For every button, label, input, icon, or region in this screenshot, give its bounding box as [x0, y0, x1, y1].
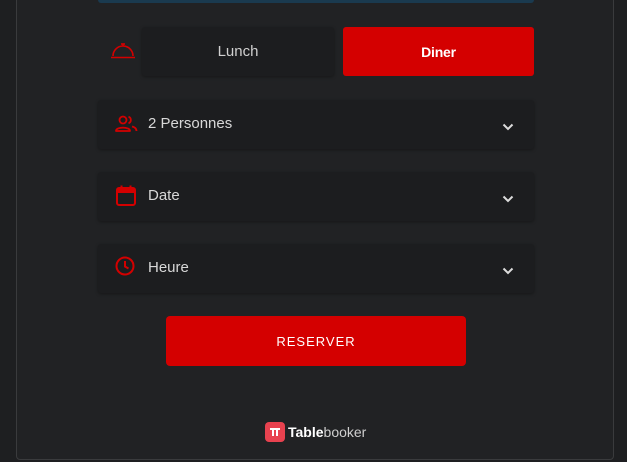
reserve-button[interactable]: RESERVER: [166, 316, 466, 366]
tab-diner-label: Diner: [421, 43, 456, 60]
date-value: Date: [148, 187, 180, 204]
date-select[interactable]: Date: [98, 172, 534, 221]
brand-name-bold: Table: [288, 424, 324, 440]
guests-value: 2 Personnes: [148, 115, 233, 132]
guests-select[interactable]: 2 Personnes: [98, 100, 534, 149]
clock-icon: [114, 256, 138, 280]
tab-lunch[interactable]: Lunch: [142, 27, 334, 76]
calendar-icon: [114, 184, 138, 208]
chevron-down-icon: [502, 190, 514, 203]
top-strip: [98, 0, 534, 3]
service-selector: Lunch Diner: [98, 27, 534, 76]
cloche-icon: [110, 41, 135, 61]
tab-lunch-label: Lunch: [217, 43, 259, 60]
tablebooker-logo-icon: [265, 422, 285, 442]
tablebooker-brand-link[interactable]: Table booker: [265, 421, 366, 443]
time-value: Heure: [148, 259, 189, 276]
brand-name-light: booker: [323, 424, 367, 440]
tab-diner[interactable]: Diner: [343, 27, 534, 76]
chevron-down-icon: [502, 262, 514, 275]
time-select[interactable]: Heure: [98, 244, 534, 293]
people-icon: [114, 112, 138, 136]
chevron-down-icon: [502, 118, 514, 131]
